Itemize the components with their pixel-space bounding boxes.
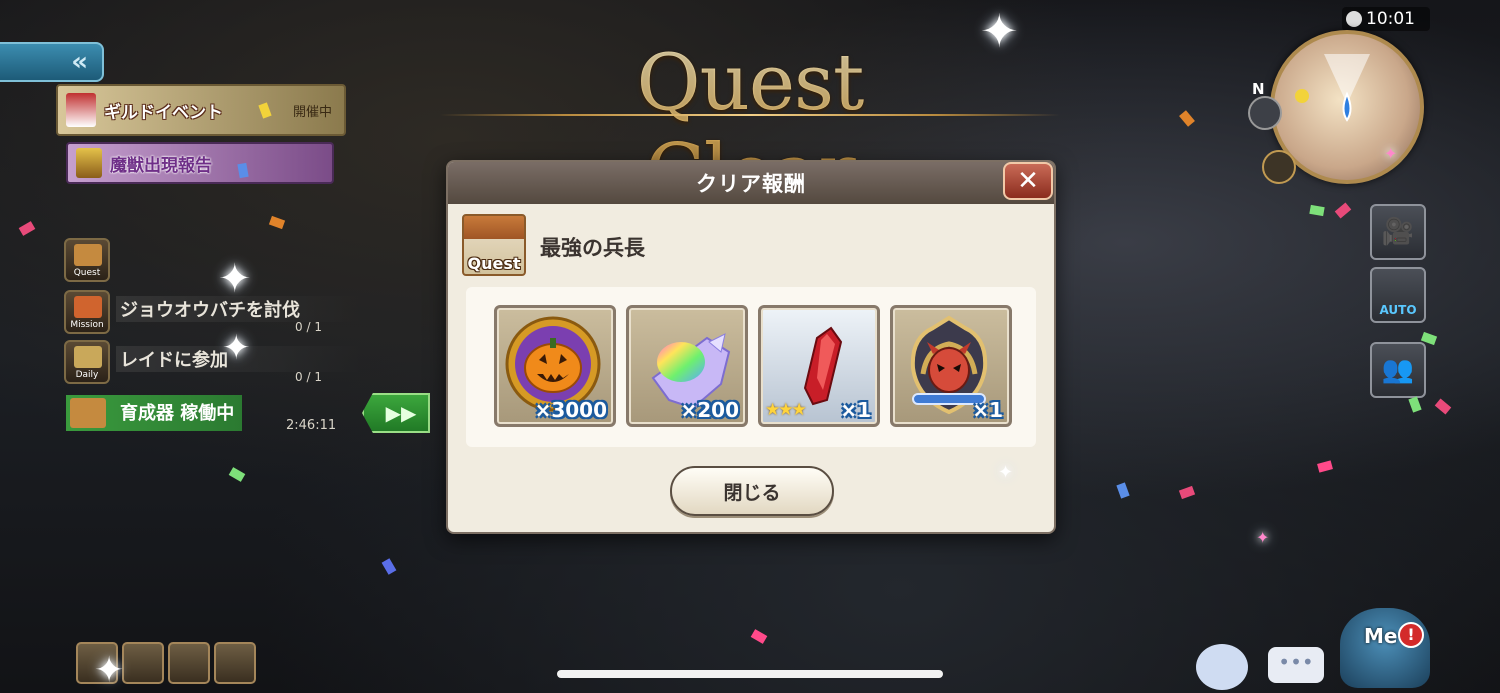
daily-icon: Daily bbox=[64, 340, 110, 384]
confetti bbox=[750, 629, 768, 644]
daily-count: 0 / 1 bbox=[295, 370, 322, 384]
reward-panel: ×3000 ×200 ★★★ ×1 ×1 bbox=[466, 287, 1036, 447]
reward-qty: ×200 bbox=[680, 398, 739, 422]
confetti bbox=[18, 221, 36, 236]
home-indicator bbox=[557, 670, 943, 678]
quest-row[interactable]: Quest bbox=[64, 238, 364, 282]
confetti bbox=[1179, 110, 1195, 127]
auto-label: AUTO bbox=[1379, 303, 1417, 317]
confetti bbox=[228, 467, 246, 482]
mission-row[interactable]: Mission ジョウオウバチを討伐 0 / 1 bbox=[64, 290, 364, 334]
close-icon: ✕ bbox=[1017, 166, 1039, 196]
confetti bbox=[268, 215, 286, 230]
breeder-icon bbox=[70, 398, 106, 428]
player-marker-icon bbox=[1342, 91, 1352, 122]
guild-event-status: 開催中 bbox=[292, 104, 332, 120]
sparkle: ✦ bbox=[1256, 528, 1270, 547]
close-button[interactable]: 閉じる bbox=[670, 466, 834, 516]
title-divider bbox=[440, 114, 1060, 116]
sparkle: ✦ bbox=[218, 256, 252, 302]
reward-item[interactable]: ×3000 bbox=[494, 305, 616, 427]
reward-qty: ×1 bbox=[840, 398, 871, 422]
breeder-timer: 2:46:11 bbox=[286, 418, 337, 433]
sparkle: ✦ bbox=[980, 4, 1019, 58]
beast-report-banner[interactable]: 魔獣出現報告 bbox=[66, 142, 334, 184]
rarity-stars: ★★★ bbox=[765, 400, 807, 420]
emblem-button[interactable] bbox=[122, 642, 164, 684]
close-icon-button[interactable]: ✕ bbox=[1003, 162, 1053, 200]
reward-qty: ×1 bbox=[972, 398, 1003, 422]
sparkle: ✦ bbox=[1384, 144, 1398, 163]
quest-shop-icon: Quest bbox=[462, 214, 526, 276]
chat-button[interactable]: ••• bbox=[1268, 647, 1324, 683]
chat-icon: ••• bbox=[1278, 650, 1314, 674]
confetti bbox=[1334, 202, 1352, 219]
fast-forward-button[interactable]: ▶▶ bbox=[362, 393, 430, 433]
reward-item[interactable]: ★★★ ×1 bbox=[758, 305, 880, 427]
clear-reward-dialog: クリア報酬 ✕ Quest 最強の兵長 ×3000 ×200 ★★★ ×1 ×1… bbox=[446, 160, 1056, 534]
guild-event-banner[interactable]: ギルドイベント 開催中 bbox=[56, 84, 346, 136]
camera-icon: 🎥 bbox=[1381, 217, 1415, 247]
confetti bbox=[1317, 460, 1333, 473]
confetti bbox=[381, 558, 397, 575]
me-label: Me bbox=[1364, 624, 1398, 648]
clock-icon bbox=[1346, 11, 1362, 27]
quest-icon: Quest bbox=[64, 238, 110, 282]
daily-row[interactable]: Daily レイドに参加 0 / 1 bbox=[64, 340, 364, 384]
fast-forward-icon: ▶▶ bbox=[385, 401, 417, 425]
map-toggle-icon[interactable] bbox=[1248, 96, 1282, 130]
confetti bbox=[1408, 396, 1422, 413]
beast-report-label: 魔獣出現報告 bbox=[110, 155, 212, 176]
emote-button[interactable] bbox=[1196, 644, 1248, 690]
sparkle: ✦ bbox=[94, 650, 125, 691]
reward-qty: ×3000 bbox=[534, 398, 607, 422]
camera-button[interactable]: 🎥 bbox=[1370, 204, 1426, 260]
party-icon: 👥 bbox=[1381, 355, 1415, 385]
reward-item[interactable]: ×1 bbox=[890, 305, 1012, 427]
collapse-panel-button[interactable]: « bbox=[0, 42, 104, 82]
guild-flag-icon bbox=[66, 93, 96, 127]
guild-event-label: ギルドイベント bbox=[104, 102, 223, 123]
sparkle: ✦ bbox=[998, 462, 1014, 483]
minimap-view bbox=[1295, 54, 1370, 122]
shop-button[interactable] bbox=[214, 642, 256, 684]
quest-name: 最強の兵長 bbox=[540, 236, 645, 260]
sparkle: ✦ bbox=[222, 328, 251, 368]
confetti bbox=[1434, 398, 1452, 415]
confetti bbox=[1116, 482, 1130, 499]
auto-button[interactable]: AUTO bbox=[1370, 267, 1426, 323]
confetti bbox=[1178, 485, 1196, 500]
mission-count: 0 / 1 bbox=[295, 320, 322, 334]
equipment-button[interactable] bbox=[168, 642, 210, 684]
party-button[interactable]: 👥 bbox=[1370, 342, 1426, 398]
mission-icon: Mission bbox=[64, 290, 110, 334]
companion-icon[interactable] bbox=[1262, 150, 1296, 184]
beast-mask-icon bbox=[76, 148, 102, 178]
dialog-header: クリア報酬 bbox=[448, 162, 1054, 204]
double-chevron-left-icon: « bbox=[71, 47, 88, 77]
clock-time: 10:01 bbox=[1366, 9, 1415, 29]
me-avatar[interactable] bbox=[1340, 608, 1430, 688]
alert-badge: ! bbox=[1398, 622, 1424, 648]
breeder-row[interactable]: 育成器 稼働中 bbox=[66, 395, 242, 431]
reward-item[interactable]: ×200 bbox=[626, 305, 748, 427]
confetti bbox=[1309, 204, 1325, 217]
breeder-text: 育成器 稼働中 bbox=[120, 403, 235, 424]
